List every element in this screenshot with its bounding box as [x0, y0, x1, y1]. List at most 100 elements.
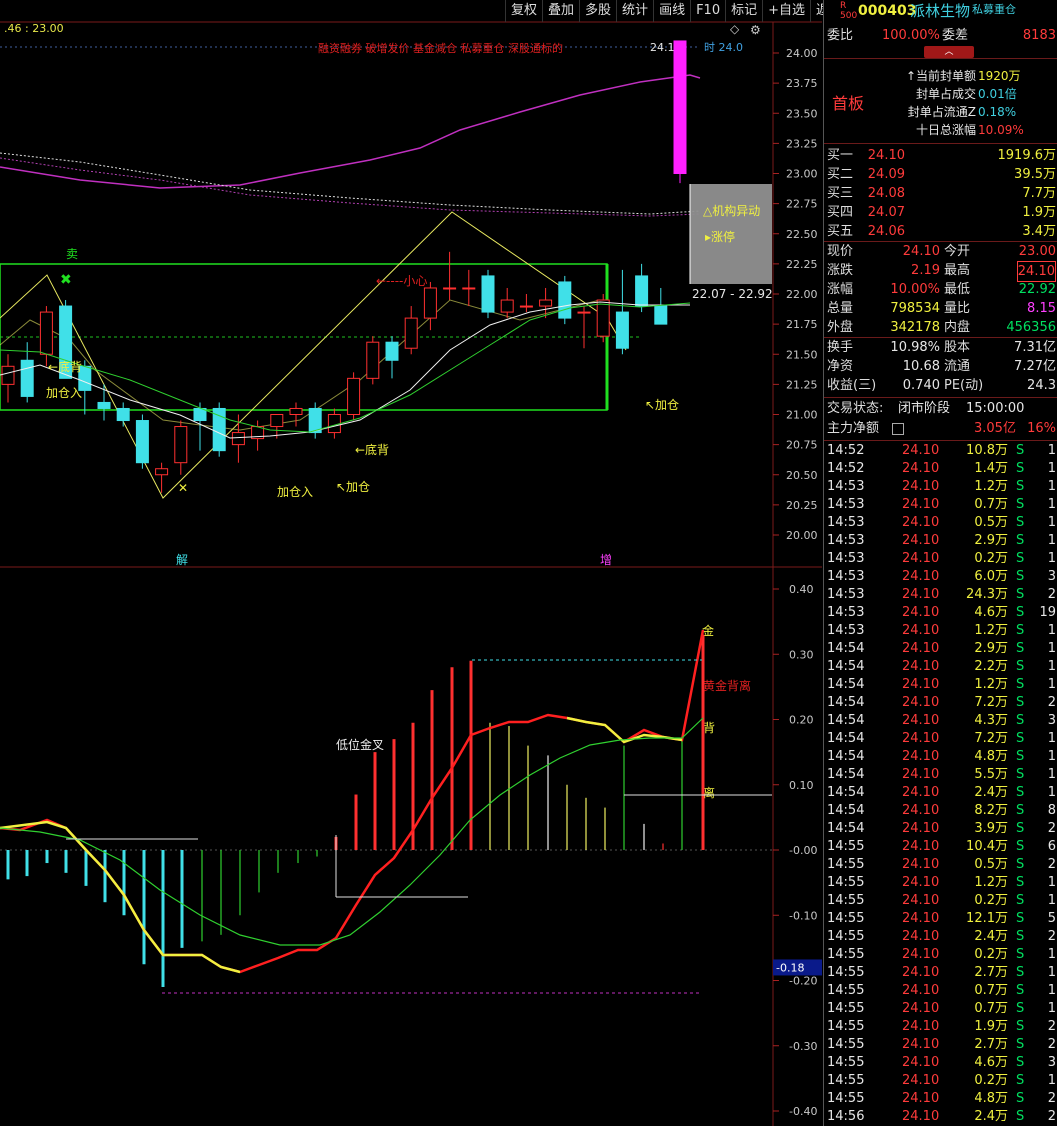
trade-p: 24.10 [902, 803, 940, 818]
jie-label: 解 [176, 553, 188, 567]
price-chart[interactable]: 24.00 23.75 23.50 23.25 23.00 22.75 22.50 22.25… [0, 0, 822, 1126]
trade-n: 2 [1047, 695, 1056, 710]
trade-n: 1 [1047, 443, 1056, 458]
candle [385, 341, 399, 361]
bid-price: 24.10 [867, 148, 905, 163]
candle [654, 305, 668, 325]
seal-label: ↑当前封单额 [905, 69, 976, 83]
trade-t: 14:54 [827, 821, 865, 836]
toolbar-button-6[interactable]: 标记 [725, 0, 762, 22]
trade-v: 0.7万 [974, 983, 1008, 998]
seal-value: 1920万 [978, 69, 1021, 83]
trade-s: S [1016, 623, 1025, 638]
trade-row: 14:53 24.10 1.2万 S 1 [824, 622, 1057, 640]
divider [824, 440, 1057, 441]
trade-v: 4.6万 [974, 1055, 1008, 1070]
trade-t: 14:55 [827, 911, 865, 926]
trade-s: S [1016, 461, 1025, 476]
zeng-label: 增 [600, 553, 612, 567]
trade-p: 24.10 [902, 893, 940, 908]
trade-s: S [1016, 929, 1025, 944]
toolbar-button-4[interactable]: 画线 [653, 0, 690, 22]
price-tick-label: 21.75 [786, 318, 818, 331]
trade-n: 2 [1047, 857, 1056, 872]
candle [39, 311, 53, 355]
trade-n: 1 [1047, 749, 1056, 764]
trade-n: 6 [1047, 839, 1056, 854]
seal-label: 十日总涨幅 [915, 123, 976, 137]
trade-v: 4.8万 [974, 749, 1008, 764]
stat-label: 换手 [827, 340, 854, 355]
trade-row: 14:53 24.10 0.5万 S 1 [824, 514, 1057, 532]
trade-v: 2.4万 [974, 929, 1008, 944]
collapse-button[interactable]: ︿ [924, 46, 974, 58]
candle [443, 287, 457, 290]
gear-icon: ⚙ [750, 23, 761, 37]
trade-row: 14:53 24.10 4.6万 S 19 [824, 604, 1057, 622]
trade-n: 2 [1047, 1091, 1056, 1106]
list-icon[interactable] [892, 423, 904, 435]
trade-p: 24.10 [902, 731, 940, 746]
hint-text: 融资融券 破增发价 基金减仓 私募重仓 深股通标的 [318, 41, 563, 55]
trade-p: 24.10 [902, 461, 940, 476]
stat-label: 净资 [827, 359, 854, 374]
trade-t: 14:55 [827, 1091, 865, 1106]
weibi-label: 委比 [827, 28, 854, 43]
trade-t: 14:55 [827, 947, 865, 962]
trade-row: 14:53 24.10 6.0万 S 3 [824, 568, 1057, 586]
trade-s: S [1016, 983, 1025, 998]
trade-s: S [1016, 1037, 1025, 1052]
stat-label: 股本 [944, 340, 971, 355]
trade-row: 14:54 24.10 2.9万 S 1 [824, 640, 1057, 658]
zhangting-label: ▸涨停 [705, 229, 735, 244]
toolbar-button-2[interactable]: 多股 [579, 0, 616, 22]
trade-row: 14:53 24.10 0.7万 S 1 [824, 496, 1057, 514]
trade-p: 24.10 [902, 1019, 940, 1034]
toolbar-button-5[interactable]: F10 [690, 0, 725, 22]
trade-n: 1 [1047, 623, 1056, 638]
trade-n: 1 [1047, 497, 1056, 512]
toolbar-button-3[interactable]: 统计 [616, 0, 653, 22]
trade-t: 14:54 [827, 731, 865, 746]
trade-n: 1 [1047, 1001, 1056, 1016]
stat-value: 456356 [1006, 320, 1056, 335]
trade-row: 14:55 24.10 12.1万 S 5 [824, 910, 1057, 928]
candle [404, 317, 418, 349]
trade-v: 5.5万 [974, 767, 1008, 782]
trade-row: 14:55 24.10 1.2万 S 1 [824, 874, 1057, 892]
trade-p: 24.10 [902, 605, 940, 620]
trade-n: 1 [1047, 767, 1056, 782]
bid-volume: 39.5万 [1014, 167, 1056, 182]
stat-value: 10.68 [902, 359, 940, 374]
trade-row: 14:55 24.10 10.4万 S 6 [824, 838, 1057, 856]
dibei-label-2: ←底背 [355, 442, 389, 457]
toolbar-button-7[interactable]: +自选 [762, 0, 810, 22]
candle [155, 468, 169, 476]
trade-n: 2 [1047, 1109, 1056, 1124]
dif-line [0, 629, 705, 974]
price-tick-label: 23.50 [786, 107, 818, 120]
trade-p: 24.10 [902, 677, 940, 692]
trade-p: 24.10 [902, 587, 940, 602]
badge-r: R [840, 1, 847, 11]
trade-s: S [1016, 785, 1025, 800]
stock-name[interactable]: 派林生物 [910, 2, 970, 21]
price-tick-label: 20.00 [786, 529, 818, 542]
trade-row: 14:54 24.10 8.2万 S 8 [824, 802, 1057, 820]
trade-s: S [1016, 515, 1025, 530]
candle [231, 432, 245, 446]
trade-s: S [1016, 605, 1025, 620]
stock-code[interactable]: 000403 [858, 2, 916, 21]
toolbar-button-0[interactable]: 复权 [505, 0, 542, 22]
bid-volume: 3.4万 [1022, 224, 1056, 239]
trade-n: 1 [1047, 551, 1056, 566]
seal-value: 0.01倍 [978, 87, 1017, 101]
toolbar-button-1[interactable]: 叠加 [542, 0, 579, 22]
trade-v: 0.5万 [974, 515, 1008, 530]
trade-v: 1.9万 [974, 1019, 1008, 1034]
trade-v: 2.9万 [974, 641, 1008, 656]
trade-n: 1 [1047, 947, 1056, 962]
trade-row: 14:54 24.10 4.8万 S 1 [824, 748, 1057, 766]
ind-marker-label: -0.18 [776, 961, 804, 974]
trade-v: 0.2万 [974, 1073, 1008, 1088]
